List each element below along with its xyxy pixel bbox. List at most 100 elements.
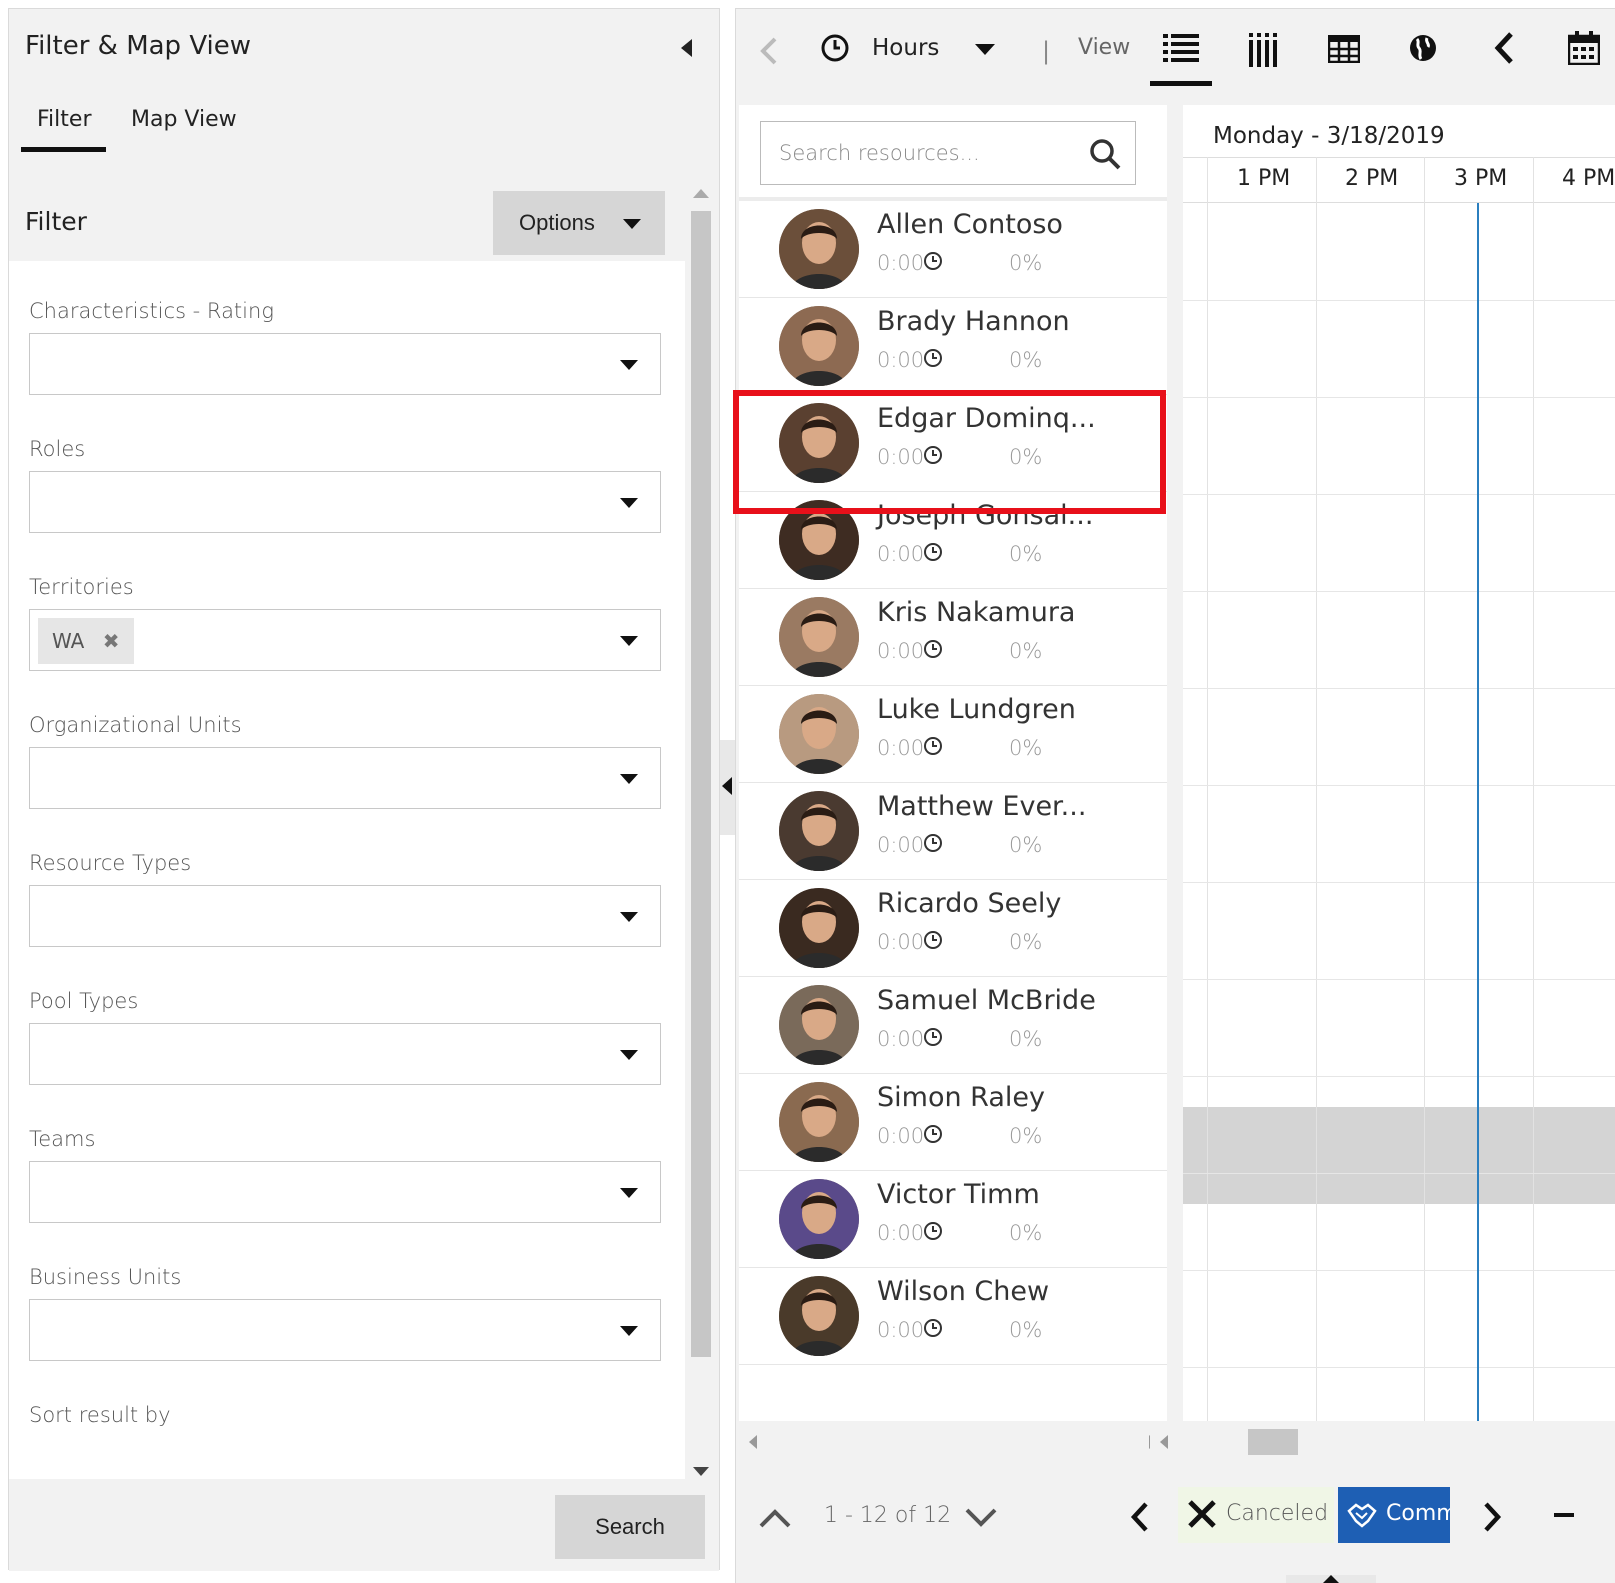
filter-scrollbar[interactable] xyxy=(685,177,719,1477)
legend-previous-icon[interactable] xyxy=(1130,1501,1150,1533)
map-view-icon[interactable] xyxy=(1408,33,1438,63)
resource-row[interactable]: Wilson Chew 0:00 0% xyxy=(739,1268,1167,1365)
calendar-icon[interactable] xyxy=(1568,31,1600,65)
clock-icon xyxy=(924,446,942,464)
collapse-panel-icon[interactable] xyxy=(681,39,692,57)
resource-utilization: 0% xyxy=(1009,1318,1043,1342)
resource-row[interactable]: Brady Hannon 0:00 0% xyxy=(739,298,1167,395)
field-label-roles: Roles xyxy=(29,437,86,461)
legend-canceled: Canceled xyxy=(1178,1487,1334,1543)
filter-heading: Filter xyxy=(25,207,87,236)
person-photo-icon xyxy=(779,403,859,483)
clock-icon xyxy=(924,1125,942,1143)
avatar xyxy=(779,888,859,968)
resource-types-select[interactable] xyxy=(29,885,661,947)
resource-row[interactable]: Joseph Gonsal... 0:00 0% xyxy=(739,492,1167,589)
clock-icon xyxy=(924,1028,942,1046)
clock-icon xyxy=(924,349,942,367)
grid-line xyxy=(1183,397,1615,398)
avatar xyxy=(779,500,859,580)
scrollbar-thumb[interactable] xyxy=(1248,1429,1298,1455)
table-view-icon[interactable] xyxy=(1328,35,1360,63)
clock-icon xyxy=(924,640,942,658)
scroll-left-icon[interactable] xyxy=(1160,1435,1168,1449)
person-photo-icon xyxy=(779,694,859,774)
tab-filter[interactable]: Filter xyxy=(37,107,91,132)
field-label-pool-types: Pool Types xyxy=(29,989,139,1013)
legend-committed: Committed xyxy=(1338,1487,1450,1543)
search-icon[interactable] xyxy=(1087,136,1123,172)
board-toolbar: Hours | View xyxy=(736,9,1615,97)
resource-hours: 0:00 xyxy=(877,251,925,275)
avatar xyxy=(779,985,859,1065)
field-label-resource-types: Resource Types xyxy=(29,851,192,875)
person-photo-icon xyxy=(779,597,859,677)
view-label: View xyxy=(1078,35,1131,60)
resource-name: Luke Lundgren xyxy=(877,694,1076,725)
avatar xyxy=(779,1276,859,1356)
minus-icon[interactable] xyxy=(1554,1513,1574,1517)
hour-label: 2 PM xyxy=(1345,166,1399,191)
territory-chip: WA ✖ xyxy=(38,618,134,664)
roles-select[interactable] xyxy=(29,471,661,533)
business-units-select[interactable] xyxy=(29,1299,661,1361)
legend-next-icon[interactable] xyxy=(1482,1501,1502,1533)
vertical-view-icon[interactable] xyxy=(1248,33,1278,67)
schedule-board: Hours | View Search resources... Allen C… xyxy=(735,8,1615,1583)
teams-select[interactable] xyxy=(29,1161,661,1223)
pagination-label: 1 - 12 of 12 xyxy=(824,1503,952,1528)
resource-utilization: 0% xyxy=(1009,542,1043,566)
resource-hours: 0:00 xyxy=(877,736,925,760)
person-photo-icon xyxy=(779,1082,859,1162)
resource-row[interactable]: Simon Raley 0:00 0% xyxy=(739,1074,1167,1171)
panel-splitter[interactable] xyxy=(720,740,735,835)
avatar xyxy=(779,306,859,386)
resource-utilization: 0% xyxy=(1009,1124,1043,1148)
resource-utilization: 0% xyxy=(1009,348,1043,372)
resource-row[interactable]: Allen Contoso 0:00 0% xyxy=(739,201,1167,298)
resource-row[interactable]: Samuel McBride 0:00 0% xyxy=(739,977,1167,1074)
timeline-hscrollbar[interactable] xyxy=(1150,1427,1615,1457)
caret-down-icon xyxy=(620,912,638,922)
field-label-territories: Territories xyxy=(29,575,134,599)
scroll-down-icon[interactable] xyxy=(693,1467,709,1476)
list-view-icon[interactable] xyxy=(1161,31,1201,63)
time-scale-label[interactable]: Hours xyxy=(872,35,939,61)
expand-bottom-handle[interactable] xyxy=(1286,1575,1376,1583)
resource-row[interactable]: Edgar Dominq... 0:00 0% xyxy=(739,395,1167,492)
scroll-up-icon[interactable] xyxy=(693,189,709,198)
avatar xyxy=(779,597,859,677)
person-photo-icon xyxy=(779,306,859,386)
clock-icon xyxy=(924,834,942,852)
resource-row[interactable]: Luke Lundgren 0:00 0% xyxy=(739,686,1167,783)
remove-chip-icon[interactable]: ✖ xyxy=(103,618,120,664)
resource-row[interactable]: Ricardo Seely 0:00 0% xyxy=(739,880,1167,977)
org-units-select[interactable] xyxy=(29,747,661,809)
grid-line xyxy=(1183,688,1615,689)
clock-icon xyxy=(821,34,849,62)
characteristics-select[interactable] xyxy=(29,333,661,395)
back-arrow-icon[interactable] xyxy=(760,37,778,65)
resource-search-input[interactable] xyxy=(779,136,1079,170)
resource-row[interactable]: Kris Nakamura 0:00 0% xyxy=(739,589,1167,686)
resource-row[interactable]: Matthew Ever... 0:00 0% xyxy=(739,783,1167,880)
scrollbar-thumb[interactable] xyxy=(691,211,711,1357)
resource-hscrollbar[interactable] xyxy=(739,1427,1167,1457)
search-button[interactable]: Search xyxy=(555,1495,705,1559)
resource-row[interactable]: Victor Timm 0:00 0% xyxy=(739,1171,1167,1268)
resource-hours: 0:00 xyxy=(877,348,925,372)
resource-name: Wilson Chew xyxy=(877,1276,1050,1307)
page-up-icon[interactable] xyxy=(758,1507,792,1529)
territories-select[interactable]: WA ✖ xyxy=(29,609,661,671)
resource-hours: 0:00 xyxy=(877,445,925,469)
scroll-left-icon[interactable] xyxy=(749,1435,757,1449)
panel-title: Filter & Map View xyxy=(25,31,252,61)
options-button[interactable]: Options xyxy=(493,191,665,255)
tab-map-view[interactable]: Map View xyxy=(131,107,237,132)
pool-types-select[interactable] xyxy=(29,1023,661,1085)
resource-name: Simon Raley xyxy=(877,1082,1045,1113)
previous-icon[interactable] xyxy=(1493,31,1515,65)
page-down-icon[interactable] xyxy=(964,1507,998,1529)
time-scale-dropdown-icon[interactable] xyxy=(975,44,995,55)
grid-line xyxy=(1183,1367,1615,1368)
